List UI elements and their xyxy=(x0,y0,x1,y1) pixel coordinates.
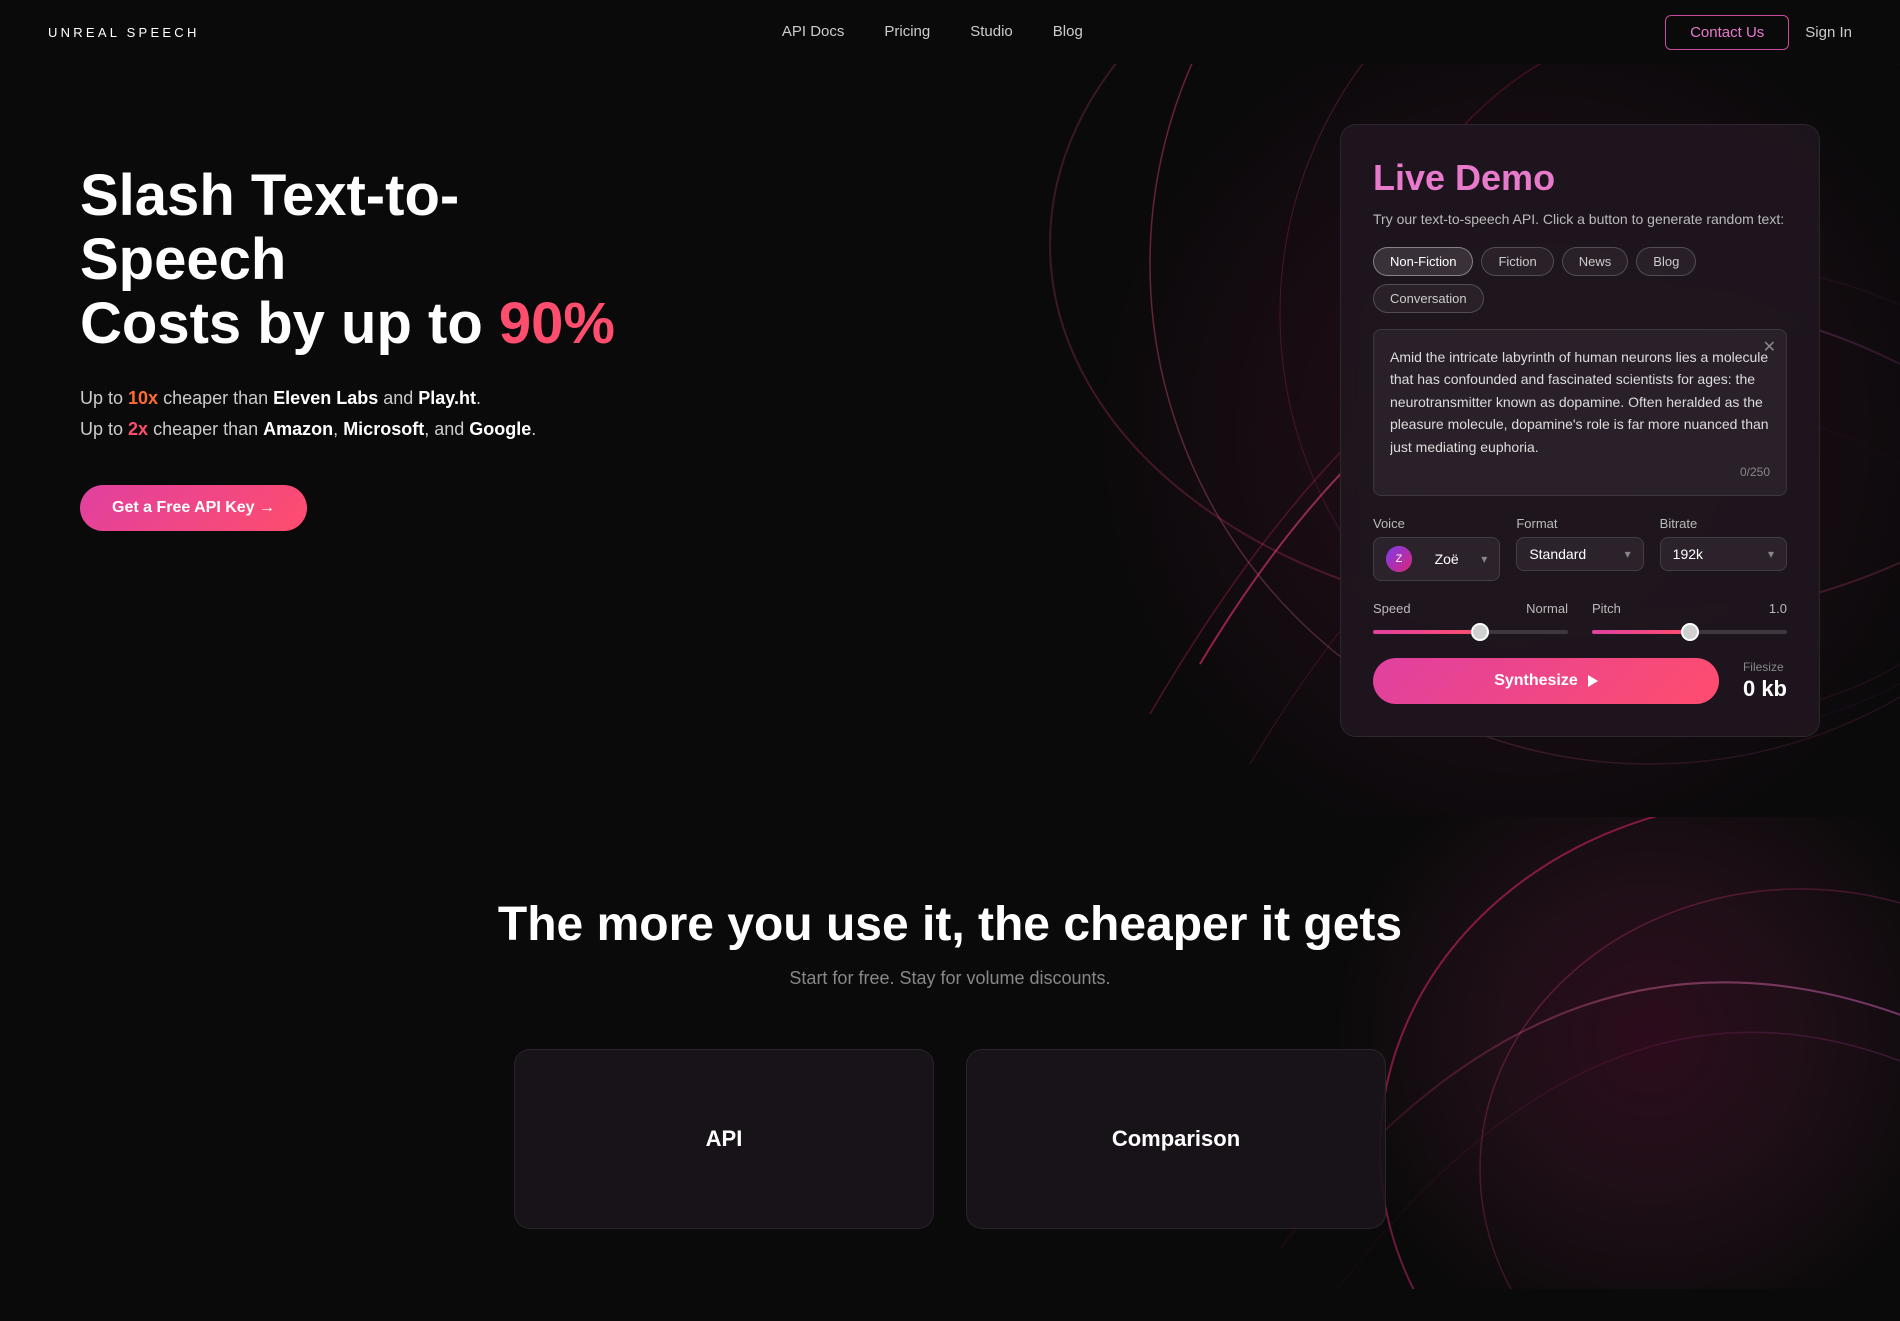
get-api-key-button[interactable]: Get a Free API Key → xyxy=(80,485,307,531)
filesize-label: Filesize xyxy=(1743,660,1787,674)
bottom-cards: API Comparison xyxy=(80,1049,1820,1229)
demo-textarea[interactable] xyxy=(1390,346,1770,456)
subtitle-l2-x: 2x xyxy=(128,419,148,439)
voice-label: Voice xyxy=(1373,516,1500,531)
bitrate-value: 192k xyxy=(1673,546,1703,562)
bottom-title: The more you use it, the cheaper it gets xyxy=(80,897,1820,952)
subtitle-l2-sep1: , xyxy=(333,419,343,439)
voice-control: Voice Z Zoë ▾ xyxy=(1373,516,1500,581)
pitch-slider-track[interactable] xyxy=(1592,630,1787,634)
pill-blog[interactable]: Blog xyxy=(1636,247,1696,276)
char-count: 0/250 xyxy=(1390,465,1770,479)
format-control: Format Standard ▾ xyxy=(1516,516,1643,581)
hero-right: Live Demo Try our text-to-speech API. Cl… xyxy=(1340,124,1820,737)
sign-in-button[interactable]: Sign In xyxy=(1805,24,1852,41)
pitch-label: Pitch xyxy=(1592,601,1621,616)
speed-label: Speed xyxy=(1373,601,1411,616)
bitrate-chevron-icon: ▾ xyxy=(1768,547,1774,561)
subtitle-l2-b2: Microsoft xyxy=(343,419,424,439)
subtitle-l1-prefix: Up to xyxy=(80,388,128,408)
subtitle-l2-middle: cheaper than xyxy=(148,419,263,439)
voice-select[interactable]: Z Zoë ▾ xyxy=(1373,537,1500,581)
subtitle-l1-suffix: . xyxy=(476,388,481,408)
bitrate-select[interactable]: 192k ▾ xyxy=(1660,537,1787,571)
navbar: UNREAL SPEECH API Docs Pricing Studio Bl… xyxy=(0,0,1900,64)
pill-news[interactable]: News xyxy=(1562,247,1629,276)
subtitle-l2-b3: Google xyxy=(469,419,531,439)
subtitle-l2-prefix: Up to xyxy=(80,419,128,439)
hero-title: Slash Text-to-Speech Costs by up to 90% xyxy=(80,164,640,355)
brand-logo: UNREAL SPEECH xyxy=(48,25,200,40)
textarea-container: ✕ 0/250 xyxy=(1373,329,1787,496)
sliders-row: Speed Normal Pitch 1.0 xyxy=(1373,601,1787,634)
nav-pricing[interactable]: Pricing xyxy=(884,23,930,40)
nav-studio[interactable]: Studio xyxy=(970,23,1013,40)
synthesize-button[interactable]: Synthesize xyxy=(1373,658,1719,704)
format-value: Standard xyxy=(1529,546,1586,562)
subtitle-l2-b1: Amazon xyxy=(263,419,333,439)
demo-card: Live Demo Try our text-to-speech API. Cl… xyxy=(1340,124,1820,737)
hero-title-line2-plain: Costs by up to xyxy=(80,291,499,356)
contact-us-button[interactable]: Contact Us xyxy=(1665,15,1789,50)
format-select[interactable]: Standard ▾ xyxy=(1516,537,1643,571)
pitch-slider-fill xyxy=(1592,630,1690,634)
category-pills: Non-Fiction Fiction News Blog Conversati… xyxy=(1373,247,1787,313)
pitch-header: Pitch 1.0 xyxy=(1592,601,1787,616)
voice-name: Zoë xyxy=(1435,551,1459,567)
hero-subtitle: Up to 10x cheaper than Eleven Labs and P… xyxy=(80,383,640,444)
subtitle-l1-x: 10x xyxy=(128,388,158,408)
hero-left: Slash Text-to-Speech Costs by up to 90% … xyxy=(80,124,640,531)
voice-avatar-inner: Z xyxy=(1386,546,1412,572)
speed-slider-track[interactable] xyxy=(1373,630,1568,634)
pill-conversation[interactable]: Conversation xyxy=(1373,284,1484,313)
voice-chevron-icon: ▾ xyxy=(1481,552,1487,566)
subtitle-l2-suffix: . xyxy=(531,419,536,439)
hero-title-accent: 90% xyxy=(499,291,615,356)
subtitle-l2-sep2: , and xyxy=(424,419,469,439)
synthesize-label: Synthesize xyxy=(1494,672,1578,690)
demo-subtitle: Try our text-to-speech API. Click a butt… xyxy=(1373,211,1787,227)
bottom-card-comparison: Comparison xyxy=(966,1049,1386,1229)
bottom-card-api: API xyxy=(514,1049,934,1229)
demo-title: Live Demo xyxy=(1373,157,1787,199)
format-label: Format xyxy=(1516,516,1643,531)
bitrate-control: Bitrate 192k ▾ xyxy=(1660,516,1787,581)
speed-slider-group: Speed Normal xyxy=(1373,601,1568,634)
subtitle-l1-b2: Play.ht xyxy=(418,388,476,408)
pitch-value: 1.0 xyxy=(1769,601,1787,616)
pitch-slider-thumb[interactable] xyxy=(1681,623,1699,641)
bottom-card-comparison-label: Comparison xyxy=(1112,1126,1240,1152)
bitrate-label: Bitrate xyxy=(1660,516,1787,531)
hero-title-line1: Slash Text-to-Speech xyxy=(80,163,459,292)
nav-actions: Contact Us Sign In xyxy=(1665,15,1852,50)
subtitle-l1-middle: cheaper than xyxy=(158,388,273,408)
subtitle-l1-b1: Eleven Labs xyxy=(273,388,378,408)
bottom-subtitle: Start for free. Stay for volume discount… xyxy=(80,968,1820,989)
voice-avatar: Z xyxy=(1386,546,1412,572)
speed-value: Normal xyxy=(1526,601,1568,616)
subtitle-l1-and: and xyxy=(378,388,418,408)
nav-api-docs[interactable]: API Docs xyxy=(782,23,845,40)
pitch-slider-group: Pitch 1.0 xyxy=(1592,601,1787,634)
close-button[interactable]: ✕ xyxy=(1763,340,1776,356)
synthesize-row: Synthesize Filesize 0 kb xyxy=(1373,658,1787,704)
pill-fiction[interactable]: Fiction xyxy=(1481,247,1553,276)
pill-non-fiction[interactable]: Non-Fiction xyxy=(1373,247,1473,276)
filesize-value: 0 kb xyxy=(1743,676,1787,702)
controls-row: Voice Z Zoë ▾ Format Standard ▾ xyxy=(1373,516,1787,581)
format-chevron-icon: ▾ xyxy=(1625,547,1631,561)
speed-slider-fill xyxy=(1373,630,1480,634)
speed-slider-thumb[interactable] xyxy=(1471,623,1489,641)
play-icon xyxy=(1588,675,1598,687)
filesize-group: Filesize 0 kb xyxy=(1743,660,1787,702)
bottom-section: The more you use it, the cheaper it gets… xyxy=(0,817,1900,1289)
hero-section: Slash Text-to-Speech Costs by up to 90% … xyxy=(0,64,1900,817)
nav-links: API Docs Pricing Studio Blog xyxy=(782,23,1083,41)
nav-blog[interactable]: Blog xyxy=(1053,23,1083,40)
speed-header: Speed Normal xyxy=(1373,601,1568,616)
bottom-card-api-label: API xyxy=(706,1126,743,1152)
